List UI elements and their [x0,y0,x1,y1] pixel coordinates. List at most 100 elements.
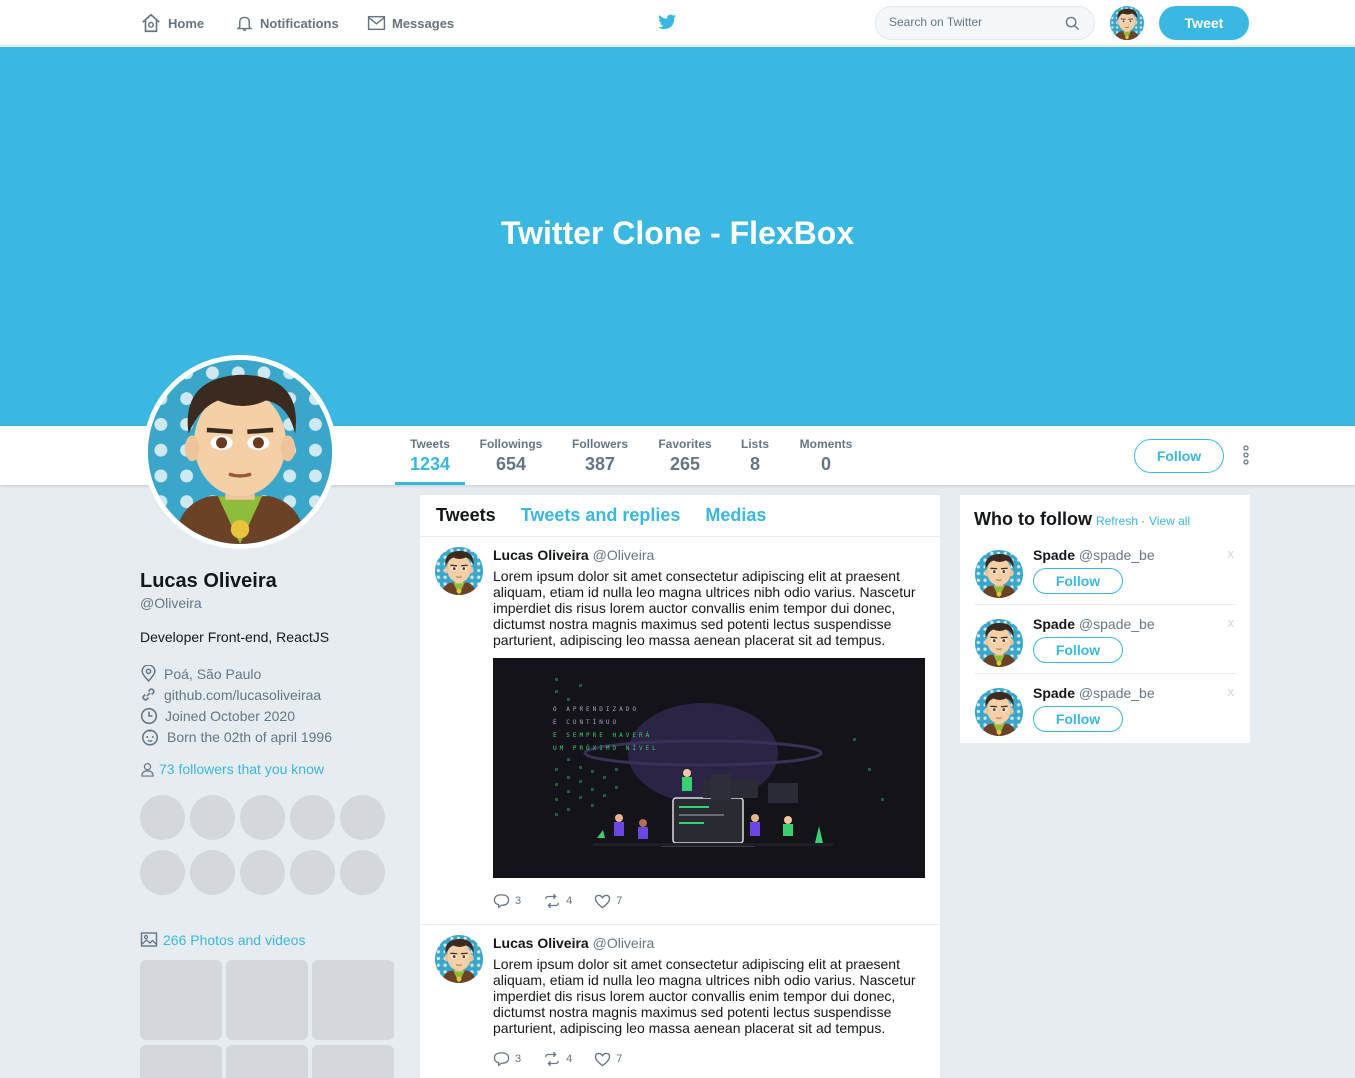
tweet-media-image[interactable]: O APRENDIZADO É CONTÍNUO E SEMPRE HAVERÁ… [493,658,925,878]
stat-followings[interactable]: Followings 654 [476,426,546,485]
suggestion-follow-button[interactable]: Follow [1033,706,1123,732]
follower-avatar-placeholder[interactable] [140,795,185,840]
photo-thumbnail[interactable] [312,1045,394,1078]
refresh-link[interactable]: Refresh [1096,514,1138,528]
media-caption-line: E SEMPRE HAVERÁ [553,732,652,739]
retweet-count: 4 [566,895,573,907]
followers-avatars-grid [140,795,400,895]
media-caption-line: O APRENDIZADO [553,706,639,713]
suggestion-name[interactable]: Spade [1033,547,1075,563]
profile-bio: Developer Front-end, ReactJS [140,629,330,645]
photos-grid [140,960,400,1078]
like-count: 7 [616,1053,623,1065]
stat-lists[interactable]: Lists 8 [730,426,780,485]
suggestion-name[interactable]: Spade [1033,616,1075,632]
tweet-author-handle[interactable]: @Oliveira [593,547,655,563]
top-navigation: Home Notifications Messages Tweet [0,0,1355,46]
reply-action[interactable]: 3 [493,1051,521,1067]
nav-notifications-label: Notifications [260,15,339,31]
media-illustration: O APRENDIZADO É CONTÍNUO E SEMPRE HAVERÁ… [493,658,925,878]
dismiss-suggestion-button[interactable]: x [1228,684,1235,699]
tweet[interactable]: Lucas Oliveira @Oliveira Lorem ipsum dol… [420,925,940,1078]
photo-thumbnail[interactable] [312,960,394,1040]
suggestion-avatar[interactable] [975,688,1023,736]
nav-messages-label: Messages [392,15,455,31]
search-icon[interactable] [1065,16,1080,31]
follower-avatar-placeholder[interactable] [340,795,385,840]
twitter-bird-icon[interactable] [655,13,677,33]
follower-avatar-placeholder[interactable] [290,850,335,895]
more-options-icon[interactable] [1240,445,1252,465]
followers-you-know-link[interactable]: 73 followers that you know [140,761,400,777]
nav-home[interactable]: Home [140,0,204,46]
suggestion-handle[interactable]: @spade_be [1079,685,1155,701]
retweet-action[interactable]: 4 [543,1051,572,1067]
suggestion-handle[interactable]: @spade_be [1079,547,1155,563]
envelope-icon [367,15,386,31]
stat-followers[interactable]: Followers 387 [565,426,635,485]
search-input[interactable] [889,15,1059,29]
follower-avatar-placeholder[interactable] [190,795,235,840]
tweet-author-name[interactable]: Lucas Oliveira [493,547,589,563]
suggestion-avatar[interactable] [975,550,1023,598]
suggestion-handle[interactable]: @spade_be [1079,616,1155,632]
tweet-avatar[interactable] [435,935,483,983]
retweet-action[interactable]: 4 [543,893,572,909]
suggestion-item: Spade @spade_be Follow x [974,674,1236,743]
tweet-text: Lorem ipsum dolor sit amet consectetur a… [493,568,916,648]
nav-home-label: Home [168,15,205,31]
retweet-count: 4 [566,1053,573,1065]
tweet-author-name[interactable]: Lucas Oliveira [493,935,589,951]
user-avatar[interactable] [1110,6,1144,40]
nav-messages[interactable]: Messages [367,0,454,46]
stat-favorites[interactable]: Favorites 265 [650,426,720,485]
follower-avatar-placeholder[interactable] [240,795,285,840]
website-link[interactable]: github.com/lucasoliveiraa [164,687,321,703]
tweet-avatar[interactable] [435,547,483,595]
suggestion-follow-button[interactable]: Follow [1033,637,1123,663]
photo-thumbnail[interactable] [140,1045,222,1078]
tweet-author-handle[interactable]: @Oliveira [593,935,655,951]
tab-medias[interactable]: Medias [705,505,766,526]
photo-thumbnail[interactable] [226,1045,308,1078]
follow-button[interactable]: Follow [1134,439,1224,473]
tweet-button[interactable]: Tweet [1159,6,1249,40]
photo-thumbnail[interactable] [226,960,308,1040]
dismiss-suggestion-button[interactable]: x [1228,615,1235,630]
stat-tweets[interactable]: Tweets 1234 [395,426,465,485]
follower-avatar-placeholder[interactable] [140,850,185,895]
suggestion-identity: Spade @spade_be [1033,616,1155,632]
retweet-icon [545,1051,560,1067]
profile-website[interactable]: github.com/lucasoliveiraa [140,684,400,705]
suggestion-name[interactable]: Spade [1033,685,1075,701]
tweet-header: Lucas Oliveira @Oliveira [493,935,925,951]
stat-moments[interactable]: Moments 0 [795,426,857,485]
tab-tweets[interactable]: Tweets [436,505,496,526]
reply-icon [493,894,510,909]
nav-notifications[interactable]: Notifications [235,0,339,46]
photos-videos-text[interactable]: 266 Photos and videos [163,932,305,948]
reply-action[interactable]: 3 [493,893,521,909]
follower-avatar-placeholder[interactable] [240,850,285,895]
follower-avatar-placeholder[interactable] [340,850,385,895]
stat-value: 387 [584,454,616,474]
tab-tweets-and-replies[interactable]: Tweets and replies [521,505,681,526]
profile-avatar[interactable] [143,355,337,549]
suggestion-avatar[interactable] [975,619,1023,667]
suggestion-follow-button[interactable]: Follow [1033,568,1123,594]
like-action[interactable]: 7 [594,894,622,909]
stat-value: 654 [495,454,527,474]
followers-you-know-text[interactable]: 73 followers that you know [159,761,324,777]
tweet[interactable]: Lucas Oliveira @Oliveira Lorem ipsum dol… [420,537,940,925]
like-action[interactable]: 7 [594,1052,622,1067]
stat-label: Favorites [658,437,712,451]
heart-icon [595,894,611,908]
stat-value: 1234 [409,454,451,474]
photos-videos-link[interactable]: 266 Photos and videos [140,931,400,948]
follower-avatar-placeholder[interactable] [190,850,235,895]
dismiss-suggestion-button[interactable]: x [1228,546,1235,561]
who-to-follow-title: Who to follow [974,509,1092,529]
photo-thumbnail[interactable] [140,960,222,1040]
follower-avatar-placeholder[interactable] [290,795,335,840]
view-all-link[interactable]: View all [1149,514,1190,528]
